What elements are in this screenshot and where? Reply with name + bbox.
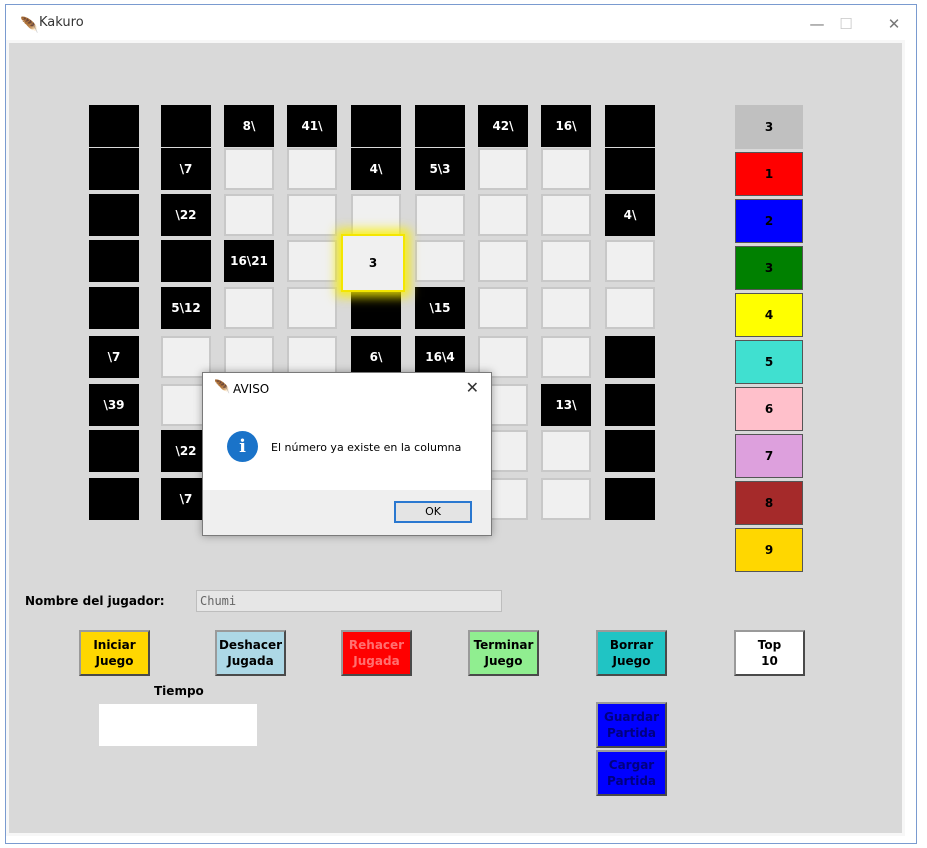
entry-cell[interactable]: [605, 240, 655, 282]
entry-cell[interactable]: [605, 287, 655, 329]
clue-cell: [89, 148, 139, 190]
clear-game-button[interactable]: Borrar Juego: [596, 630, 667, 676]
palette-number-8[interactable]: 8: [735, 481, 803, 525]
undo-move-button[interactable]: Deshacer Jugada: [215, 630, 286, 676]
clue-cell: [605, 478, 655, 520]
clue-cell: 5\12: [161, 287, 211, 329]
clue-cell: \15: [415, 287, 465, 329]
start-game-button[interactable]: Iniciar Juego: [79, 630, 150, 676]
entry-cell[interactable]: [478, 148, 528, 190]
maximize-button[interactable]: ☐: [831, 11, 861, 37]
window-title: Kakuro: [39, 15, 84, 30]
clue-cell: \7: [89, 336, 139, 378]
title-bar: 🪶 Kakuro — ☐ ✕: [6, 5, 916, 43]
clue-cell: \39: [89, 384, 139, 426]
minimize-button[interactable]: —: [802, 11, 832, 37]
clue-cell: [605, 148, 655, 190]
clue-cell: 8\: [224, 105, 274, 147]
entry-cell[interactable]: [351, 194, 401, 236]
time-display: [99, 704, 257, 746]
clue-cell: [351, 287, 401, 329]
entry-cell[interactable]: [541, 148, 591, 190]
feather-icon: 🪶: [214, 380, 231, 395]
clue-cell: [605, 336, 655, 378]
clue-cell: [161, 240, 211, 282]
info-icon: i: [227, 431, 258, 462]
clue-cell: [89, 430, 139, 472]
palette-number-3[interactable]: 3: [735, 246, 803, 290]
entry-cell[interactable]: [287, 287, 337, 329]
clue-cell: [605, 384, 655, 426]
finish-game-button[interactable]: Terminar Juego: [468, 630, 539, 676]
clue-cell: \22: [161, 194, 211, 236]
clue-cell: 13\: [541, 384, 591, 426]
clue-cell: [351, 105, 401, 147]
entry-cell[interactable]: [478, 287, 528, 329]
clue-cell: [161, 105, 211, 147]
entry-cell[interactable]: [478, 240, 528, 282]
entry-cell[interactable]: [415, 240, 465, 282]
entry-cell[interactable]: [224, 287, 274, 329]
clue-cell: [89, 287, 139, 329]
close-button[interactable]: ✕: [879, 11, 909, 37]
entry-cell[interactable]: [224, 148, 274, 190]
clue-cell: [89, 240, 139, 282]
entry-cell[interactable]: [287, 240, 337, 282]
palette-number-2[interactable]: 2: [735, 199, 803, 243]
entry-cell[interactable]: [541, 430, 591, 472]
entry-cell[interactable]: [541, 240, 591, 282]
dialog-message: El número ya existe en la columna: [271, 441, 462, 454]
entry-cell[interactable]: [541, 478, 591, 520]
entry-cell[interactable]: 3: [341, 234, 405, 292]
clue-cell: 5\3: [415, 148, 465, 190]
save-game-button[interactable]: Guardar Partida: [596, 702, 667, 748]
palette-number-9[interactable]: 9: [735, 528, 803, 572]
player-name-input[interactable]: Chumi: [196, 590, 502, 612]
clue-cell: 41\: [287, 105, 337, 147]
clue-cell: [89, 194, 139, 236]
ok-button[interactable]: OK: [394, 501, 472, 523]
clue-cell: 4\: [605, 194, 655, 236]
dialog-title: AVISO: [233, 382, 270, 396]
entry-cell[interactable]: [478, 194, 528, 236]
entry-cell[interactable]: [287, 148, 337, 190]
clue-cell: 42\: [478, 105, 528, 147]
warning-dialog: 🪶 AVISO ✕ i El número ya existe en la co…: [202, 372, 492, 536]
clue-cell: [89, 105, 139, 147]
entry-cell[interactable]: [541, 336, 591, 378]
redo-move-button[interactable]: Rehacer Jugada: [341, 630, 412, 676]
entry-cell[interactable]: [541, 194, 591, 236]
clue-cell: [89, 478, 139, 520]
entry-cell[interactable]: [415, 194, 465, 236]
palette-number-4[interactable]: 4: [735, 293, 803, 337]
clue-cell: 4\: [351, 148, 401, 190]
dialog-close-button[interactable]: ✕: [466, 378, 479, 397]
clue-cell: [605, 105, 655, 147]
palette-number-1[interactable]: 1: [735, 152, 803, 196]
entry-cell[interactable]: [541, 287, 591, 329]
entry-cell[interactable]: [224, 194, 274, 236]
palette-number-5[interactable]: 5: [735, 340, 803, 384]
clue-cell: 16\: [541, 105, 591, 147]
player-name-label: Nombre del jugador:: [25, 594, 165, 608]
palette-number-6[interactable]: 6: [735, 387, 803, 431]
load-game-button[interactable]: Cargar Partida: [596, 750, 667, 796]
clue-cell: [415, 105, 465, 147]
feather-icon: 🪶: [20, 16, 39, 34]
clue-cell: \7: [161, 148, 211, 190]
palette-number-7[interactable]: 7: [735, 434, 803, 478]
dialog-footer: OK: [203, 490, 491, 535]
time-label: Tiempo: [154, 684, 204, 698]
clue-cell: [605, 430, 655, 472]
selected-number: 3: [735, 105, 803, 149]
clue-cell: 16\21: [224, 240, 274, 282]
top-10-button[interactable]: Top 10: [734, 630, 805, 676]
entry-cell[interactable]: [287, 194, 337, 236]
